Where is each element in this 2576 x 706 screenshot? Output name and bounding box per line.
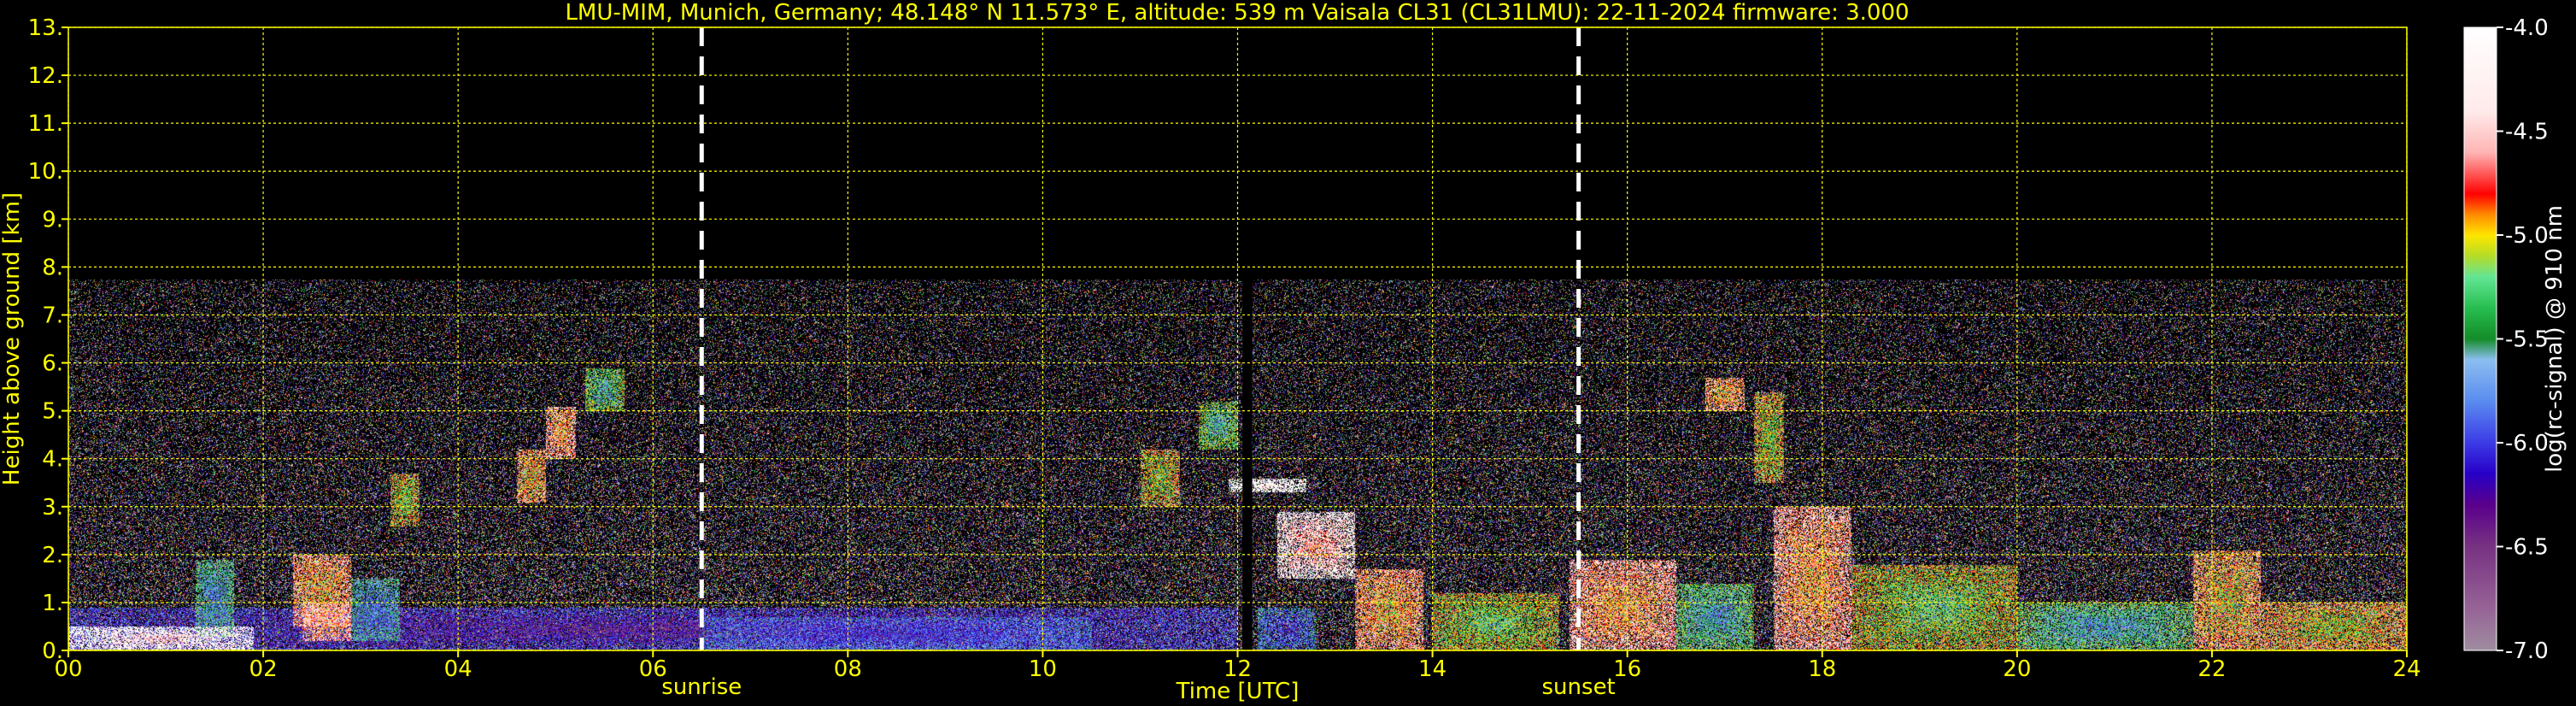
y-tick-label: 9. (42, 207, 63, 232)
colorbar-label: log(rc-signal) @ 910 nm (2542, 205, 2567, 473)
sunset-label: sunset (1542, 674, 1616, 700)
y-tick-label: 0. (42, 638, 63, 664)
x-axis-label: Time [UTC] (1176, 679, 1300, 704)
x-tick-label: 02 (249, 656, 278, 682)
y-tick-label: 2. (42, 543, 63, 568)
sunrise-label: sunrise (661, 674, 742, 700)
x-tick-label: 04 (444, 656, 472, 682)
x-tick-label: 24 (2392, 656, 2421, 682)
colorbar-tick-label: -4.0 (2505, 15, 2549, 41)
x-tick-label: 18 (1808, 656, 1836, 682)
y-tick-label: 4. (42, 447, 63, 473)
y-tick-label: 8. (42, 255, 63, 280)
data-gap-layer (1242, 274, 1253, 650)
x-tick-label: 16 (1613, 656, 1641, 682)
colorbar-tick-label: -7.0 (2505, 638, 2549, 664)
x-tick-label: 20 (2003, 656, 2031, 682)
y-tick-label: 13. (28, 15, 63, 41)
x-tick-label: 22 (2198, 656, 2226, 682)
y-tick-label: 12. (28, 63, 63, 89)
y-tick-label: 7. (42, 303, 63, 328)
y-tick-label: 6. (42, 351, 63, 377)
chart-title: LMU-MIM, Munich, Germany; 48.148° N 11.5… (565, 0, 1909, 26)
x-tick-label: 10 (1029, 656, 1057, 682)
colorbar-gradient (2464, 27, 2497, 650)
y-tick-label: 5. (42, 399, 63, 425)
colorbar-tick-label: -6.5 (2505, 535, 2549, 561)
y-tick-label: 11. (28, 111, 63, 137)
y-tick-label: 3. (42, 495, 63, 521)
x-tick-label: 08 (834, 656, 862, 682)
ceilometer-chart: LMU-MIM, Munich, Germany; 48.148° N 11.5… (0, 0, 2567, 704)
colorbar-tick-layer: -4.0-4.5-5.0-5.5-6.0-6.5-7.0 (2497, 15, 2549, 664)
data-gap (1242, 274, 1253, 650)
x-tick-label: 06 (639, 656, 667, 682)
x-tick-label: 14 (1418, 656, 1446, 682)
y-tick-label: 1. (42, 591, 63, 616)
y-tick-label: 10. (28, 159, 63, 185)
y-axis-label: Height above ground [km] (0, 192, 25, 485)
colorbar-tick-label: -4.5 (2505, 120, 2549, 145)
